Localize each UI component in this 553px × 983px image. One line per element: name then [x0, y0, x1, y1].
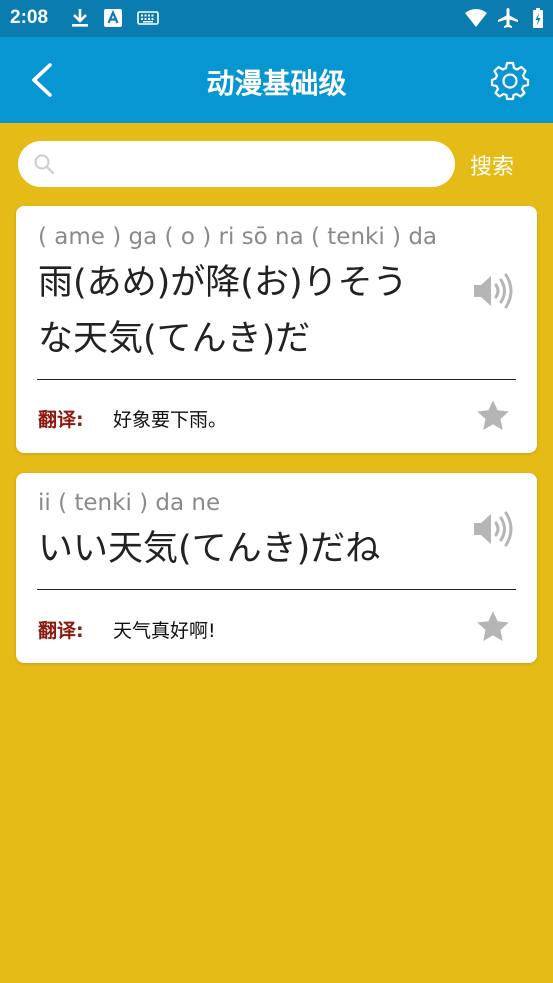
card-romaji: ii ( tenki ) da ne — [38, 490, 221, 516]
search-icon — [34, 154, 55, 175]
status-bar: 2:08 — [0, 0, 553, 37]
page-title: 动漫基础级 — [206, 67, 347, 100]
keyboard-icon — [137, 11, 159, 25]
search-button[interactable]: 搜索 — [470, 149, 514, 181]
translation-label: 翻译: — [38, 620, 84, 642]
card-japanese-line: な天気(てんき)だ — [38, 319, 311, 359]
phrase-card: ii ( tenki ) da ne いい天気(てんき)だね 翻译: 天气真好啊… — [16, 473, 537, 663]
speaker-button[interactable] — [472, 509, 514, 549]
airplane-mode-icon — [498, 8, 518, 28]
speaker-icon — [474, 511, 513, 547]
favorite-button[interactable] — [475, 609, 511, 645]
status-time: 2:08 — [10, 7, 49, 28]
phrase-card: ( ame ) ga ( o ) ri sō na ( tenki ) da 雨… — [16, 206, 537, 453]
translation-text: 好象要下雨。 — [113, 409, 228, 431]
star-icon — [477, 400, 509, 430]
download-icon — [72, 9, 88, 27]
translation-text: 天气真好啊! — [113, 620, 216, 642]
app-bar: 动漫基础级 — [0, 37, 553, 123]
gear-icon — [490, 61, 530, 101]
speaker-icon — [474, 273, 513, 309]
translation-label: 翻译: — [38, 409, 84, 431]
speaker-button[interactable] — [472, 271, 514, 311]
card-divider — [37, 379, 516, 380]
card-romaji: ( ame ) ga ( o ) ri sō na ( tenki ) da — [38, 224, 438, 250]
wifi-icon — [465, 9, 487, 27]
search-box — [18, 141, 455, 187]
card-japanese-line: 雨(あめ)が降(お)りそう — [38, 263, 408, 303]
card-japanese: 雨(あめ)が降(お)りそう な天気(てんき)だ — [38, 255, 458, 367]
card-divider — [37, 589, 516, 590]
favorite-button[interactable] — [475, 398, 511, 434]
battery-charging-icon — [533, 8, 543, 28]
star-icon — [477, 611, 509, 641]
search-input[interactable] — [66, 149, 440, 179]
text-a-icon — [104, 9, 122, 27]
card-japanese: いい天気(てんき)だね — [38, 521, 458, 577]
settings-button[interactable] — [486, 57, 534, 105]
card-japanese-line: いい天気(てんき)だね — [38, 529, 381, 569]
